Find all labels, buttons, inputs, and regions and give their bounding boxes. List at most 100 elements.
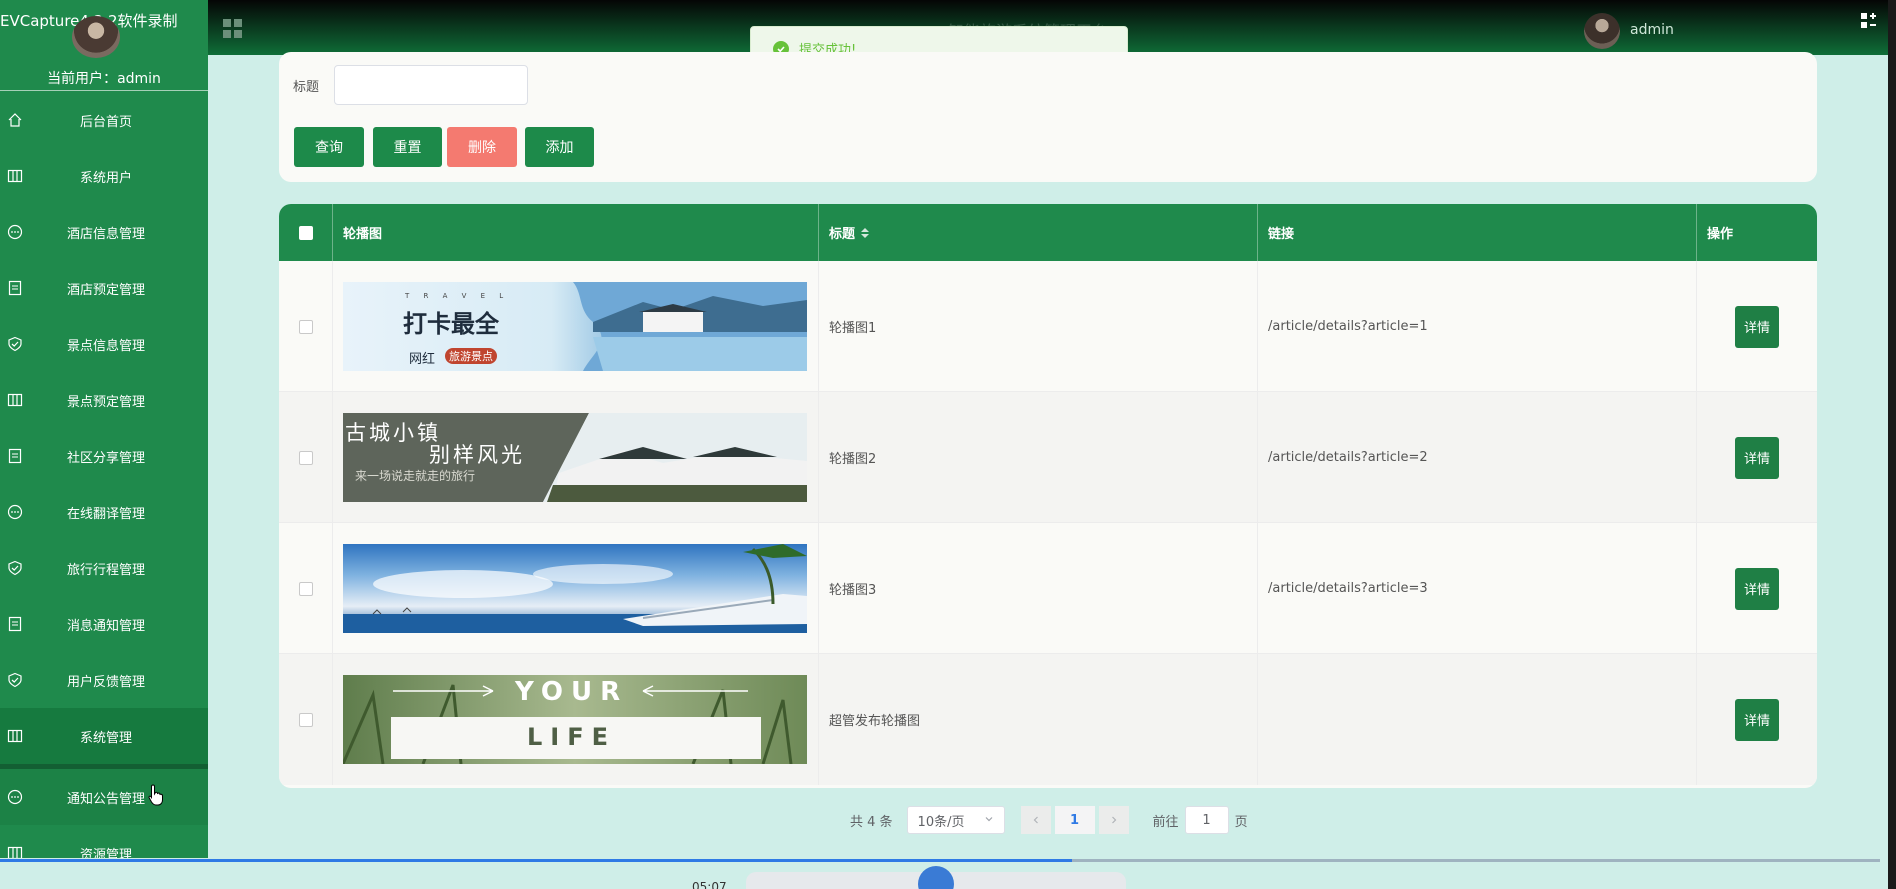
column-header-image: 轮播图 (333, 204, 819, 261)
sidebar-item-hotel-booking[interactable]: 酒店预定管理 (0, 260, 208, 316)
sidebar-item-hotel-info[interactable]: 酒店信息管理 (0, 204, 208, 260)
banner-image: 古城小镇 别样风光 来一场说走就走的旅行 (343, 413, 807, 502)
banner-tag: 旅游景点 (445, 348, 497, 364)
banner-headline: 古城小镇 (345, 421, 441, 445)
row-checkbox[interactable] (298, 581, 313, 596)
sidebar-item-announcement[interactable]: 通知公告管理 (0, 769, 208, 825)
row-checkbox[interactable] (298, 450, 313, 465)
chat-icon (6, 223, 24, 241)
sidebar-item-system-users[interactable]: 系统用户 (0, 148, 208, 204)
sidebar-item-community-share[interactable]: 社区分享管理 (0, 428, 208, 484)
banner-cell (333, 523, 819, 654)
header-select-cell (279, 204, 333, 261)
sidebar-item-label: 社区分享管理 (66, 450, 145, 466)
table-row: YOUR LIFE 超管发布轮播图 详情 (279, 654, 1817, 785)
admin-name[interactable]: admin (1630, 22, 1674, 38)
sidebar-item-online-translate[interactable]: 在线翻译管理 (0, 484, 208, 540)
chevron-down-icon (984, 813, 994, 828)
page-size-select[interactable]: 10条/页 (906, 806, 1005, 834)
column-header-actions: 操作 (1707, 227, 1734, 242)
sidebar-item-travel-itinerary[interactable]: 旅行行程管理 (0, 540, 208, 596)
menu-grid-icon[interactable] (222, 18, 244, 40)
sidebar-item-user-feedback[interactable]: 用户反馈管理 (0, 652, 208, 708)
banner-cell: YOUR LIFE (333, 654, 819, 785)
table-row: 轮播图3 /article/details?article=3 详情 (279, 523, 1817, 654)
add-button[interactable]: 添加 (525, 127, 594, 167)
select-all-checkbox[interactable] (298, 225, 313, 240)
actions-cell: 详情 (1697, 654, 1817, 785)
banner-subline: LIFE (527, 723, 617, 751)
table-row: 古城小镇 别样风光 来一场说走就走的旅行 轮播图2 /article/detai… (279, 392, 1817, 523)
table-header: 轮播图 标题 链接 操作 (279, 204, 1817, 261)
current-user: 当前用户：admin (0, 68, 208, 88)
actions-cell: 详情 (1697, 261, 1817, 392)
pagination-total: 共 4 条 (850, 814, 893, 830)
sidebar-divider (0, 90, 208, 91)
banner-scenery (343, 544, 807, 633)
sidebar-item-message-notice[interactable]: 消息通知管理 (0, 596, 208, 652)
sidebar-item-label: 旅行行程管理 (66, 562, 145, 578)
sidebar-item-label: 后台首页 (79, 114, 132, 130)
page-number-current[interactable]: 1 (1054, 806, 1095, 834)
sidebar-item-label: 通知公告管理 (66, 791, 145, 807)
link-cell (1258, 654, 1697, 785)
title-cell: 轮播图3 (819, 523, 1258, 654)
delete-button[interactable]: 删除 (447, 127, 517, 167)
title-cell: 轮播图1 (819, 261, 1258, 392)
fullscreen-icon[interactable] (1860, 12, 1878, 30)
column-header-title-label: 标题 (829, 227, 856, 242)
row-select-cell (279, 523, 333, 654)
shield-icon (6, 335, 24, 353)
row-select-cell (279, 261, 333, 392)
sidebar: EVCapture4.2.2软件录制 当前用户：admin 后台首页 系统用户 … (0, 0, 208, 889)
sidebar-item-scenic-info[interactable]: 景点信息管理 (0, 316, 208, 372)
actions-cell: 详情 (1697, 392, 1817, 523)
title-cell: 超管发布轮播图 (819, 654, 1258, 785)
link-cell: /article/details?article=3 (1258, 523, 1697, 654)
detail-button[interactable]: 详情 (1735, 305, 1779, 348)
page-size-value: 10条/页 (917, 814, 965, 830)
columns-icon (6, 391, 24, 409)
window-edge (1888, 0, 1896, 889)
sidebar-item-scenic-booking[interactable]: 景点预定管理 (0, 372, 208, 428)
columns-icon (6, 727, 24, 745)
goto-suffix: 页 (1234, 814, 1248, 830)
link-cell: /article/details?article=2 (1258, 392, 1697, 523)
document-icon (6, 279, 24, 297)
sidebar-item-label: 用户反馈管理 (66, 674, 145, 690)
goto-label: 前往 (1152, 814, 1179, 830)
query-button[interactable]: 查询 (294, 127, 364, 167)
detail-button[interactable]: 详情 (1735, 436, 1779, 479)
title-search-input[interactable] (334, 65, 528, 105)
link-cell: /article/details?article=1 (1258, 261, 1697, 392)
sort-icon[interactable] (861, 227, 870, 238)
chat-icon (6, 788, 24, 806)
mouse-cursor-icon (148, 784, 163, 806)
column-header-title[interactable]: 标题 (819, 204, 1258, 261)
banner-image: YOUR LIFE (343, 675, 807, 764)
sidebar-item-label: 酒店信息管理 (66, 226, 145, 242)
sidebar-item-home[interactable]: 后台首页 (0, 92, 208, 148)
next-page-button[interactable] (1098, 806, 1129, 834)
current-user-name: admin (117, 71, 161, 87)
columns-icon (6, 167, 24, 185)
chat-icon (6, 503, 24, 521)
row-checkbox[interactable] (298, 712, 313, 727)
prev-page-button[interactable] (1020, 806, 1051, 834)
sidebar-item-system-management[interactable]: 系统管理 (0, 708, 208, 764)
chevron-right-icon (1111, 816, 1116, 824)
banner-headline: YOUR (515, 677, 629, 707)
sidebar-item-label: 酒店预定管理 (66, 282, 145, 298)
home-icon (6, 111, 24, 129)
row-select-cell (279, 654, 333, 785)
admin-avatar[interactable] (1584, 13, 1620, 49)
goto-page-input[interactable]: 1 (1184, 806, 1229, 834)
row-checkbox[interactable] (298, 319, 313, 334)
banner-image: T R A V E L 打卡最全 网红 旅游景点 (343, 282, 807, 371)
detail-button[interactable]: 详情 (1735, 698, 1779, 741)
carousel-table: 轮播图 标题 链接 操作 T R A V E L 打卡最全 网红 旅游景点 轮播… (279, 204, 1817, 788)
search-panel: 标题 查询 重置 删除 添加 (279, 52, 1817, 182)
reset-button[interactable]: 重置 (373, 127, 442, 167)
detail-button[interactable]: 详情 (1735, 567, 1779, 610)
pagination: 共 4 条 10条/页 1 前往 1 页 (850, 806, 1248, 834)
